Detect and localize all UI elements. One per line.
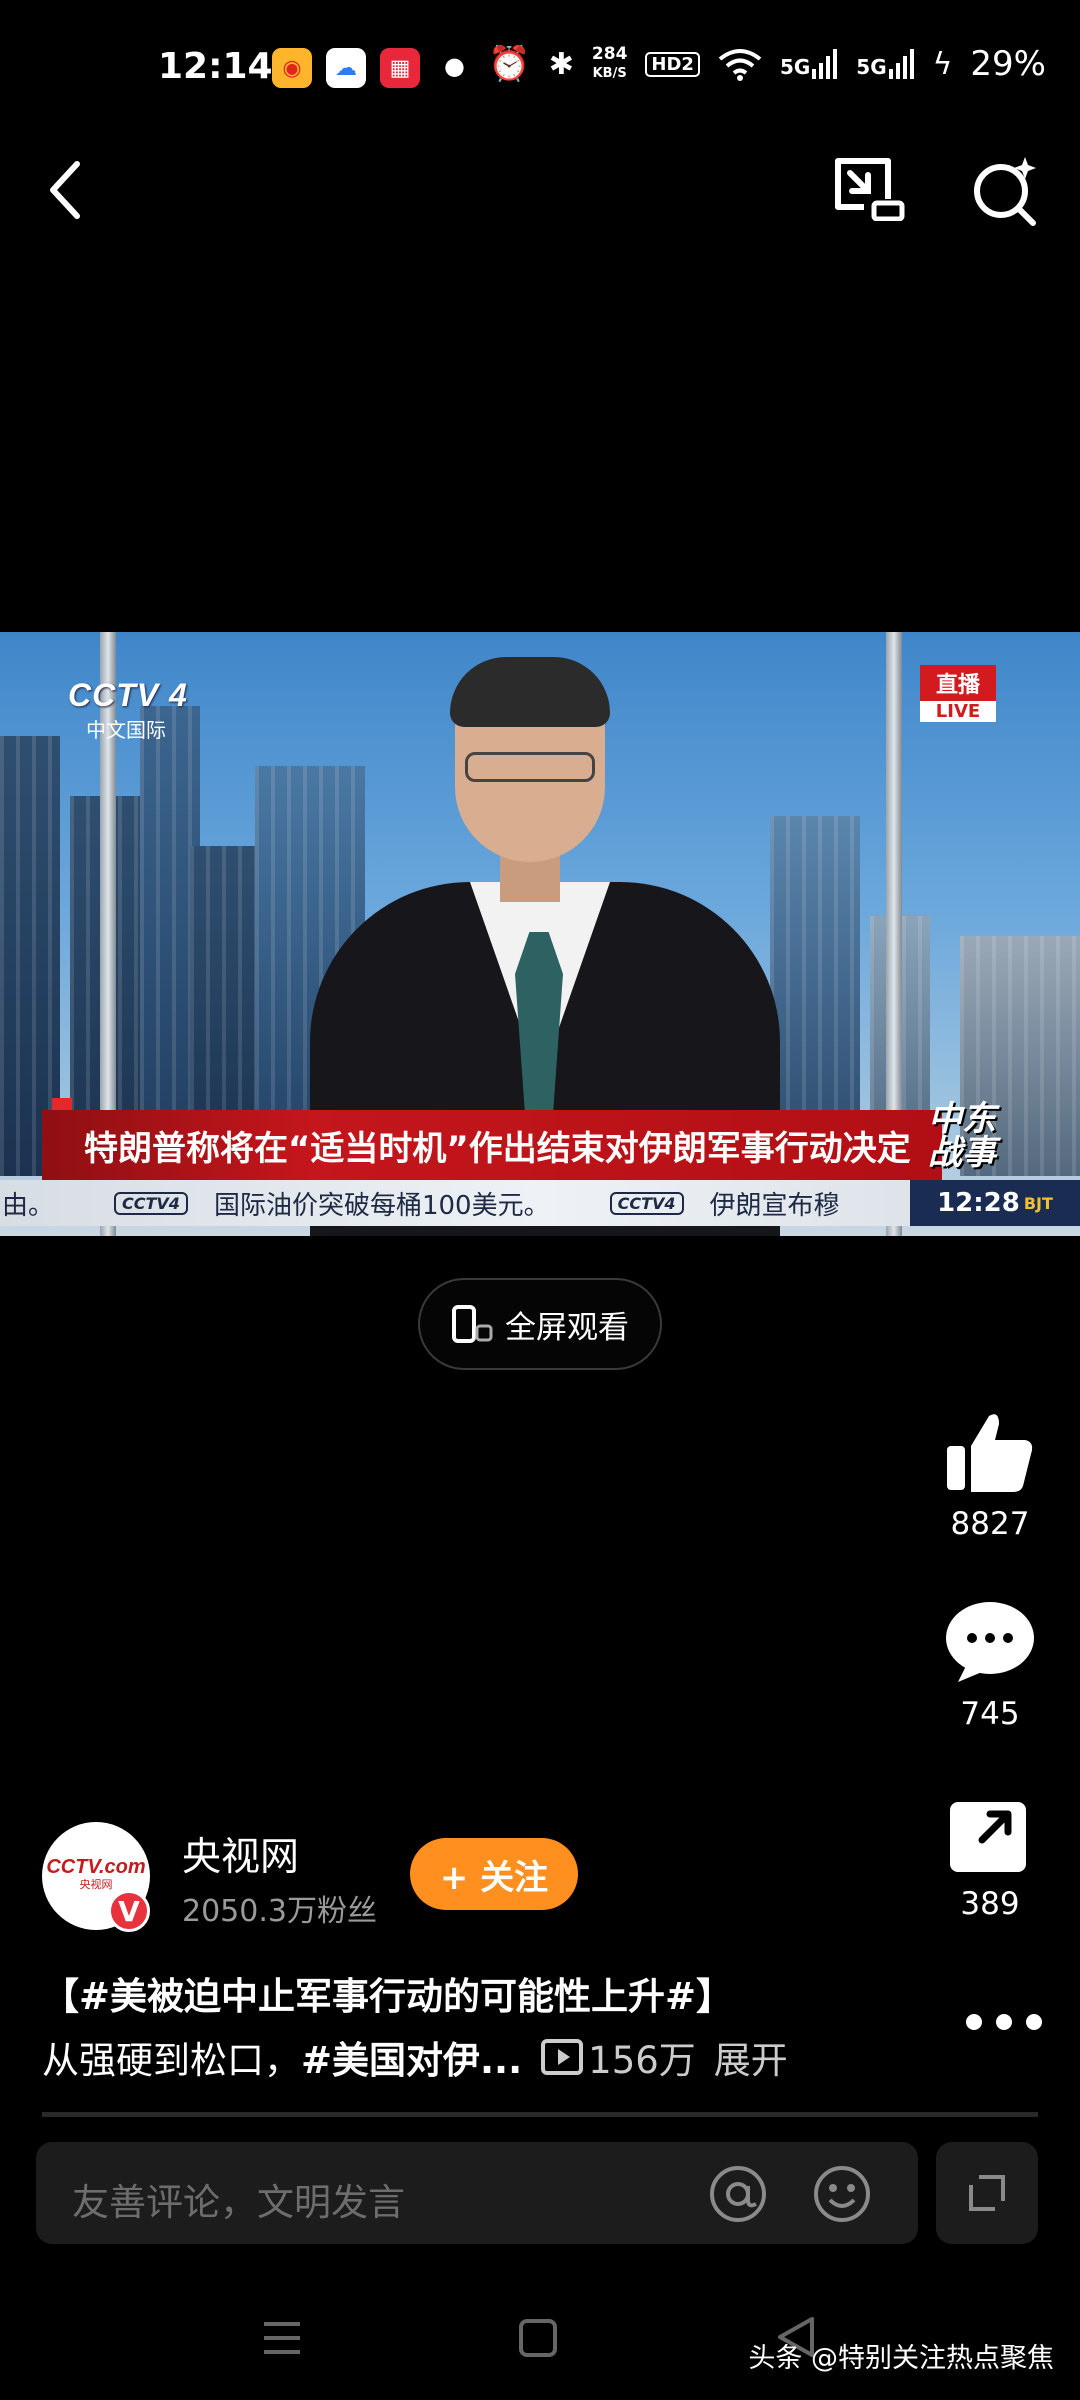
cloud-icon: ☁ — [326, 48, 366, 88]
expand-comments-button[interactable] — [936, 2142, 1038, 2244]
live-badge-zh: 直播 — [920, 665, 996, 701]
news-headline: 特朗普称将在“适当时机”作出结束对伊朗军事行动决定 — [84, 1128, 911, 1169]
cctv4-logo: CCTV 4 中文国际 — [68, 677, 188, 743]
verified-badge: V — [108, 1890, 150, 1932]
bluetooth-icon: ✱ — [548, 46, 574, 82]
search-sparkle-icon — [974, 157, 1036, 226]
play-count-icon — [541, 2039, 584, 2075]
ticker-logo: CCTV4 — [114, 1191, 188, 1215]
battery-percent: 29% — [970, 44, 1046, 84]
like-button[interactable]: 8827 — [930, 1410, 1050, 1542]
signal-bars-icon — [888, 49, 914, 79]
follow-button[interactable]: + 关注 — [410, 1838, 578, 1910]
signal-bars-icon — [812, 49, 838, 79]
ticker-logo: CCTV4 — [609, 1191, 684, 1215]
fullscreen-button[interactable]: 全屏观看 — [418, 1278, 662, 1370]
rotate-phone-icon — [452, 1305, 493, 1343]
expand-icon — [969, 2175, 1005, 2211]
picture-in-picture-button[interactable] — [830, 148, 910, 228]
view-count: 156万 — [588, 2039, 696, 2082]
more-options-button[interactable] — [964, 2002, 1044, 2042]
ticker-text: 伊朗宣布穆 — [709, 1190, 840, 1221]
signal-2-label: 5G — [856, 55, 887, 79]
anchor-hair — [450, 657, 610, 727]
weibo-icon: ◉ — [272, 48, 312, 88]
ticker-text: 由。 — [2, 1190, 55, 1221]
wifi-icon — [718, 49, 762, 81]
grid-app-icon: ▦ — [380, 48, 420, 88]
status-indicators: ⏰ ✱ 284 KB/S HD2 5G 5G ϟ 29% — [488, 44, 1046, 84]
clock-zone: BJT — [1023, 1193, 1053, 1213]
back-button[interactable] — [30, 150, 100, 230]
corner-tag: 中东 战事 — [928, 1102, 996, 1170]
expand-link[interactable]: 展开 — [714, 2030, 788, 2084]
live-badge: 直播 LIVE — [920, 665, 996, 722]
cctv4-logo-text: CCTV 4 — [68, 677, 188, 713]
notification-dot-icon: ● — [444, 52, 465, 80]
signal-1: 5G — [780, 49, 838, 79]
pip-icon — [835, 158, 905, 221]
charging-icon: ϟ — [932, 46, 953, 82]
video-player[interactable]: CCTV 4 中文国际 直播 LIVE 特朗普称将在“适当时机”作出结束对伊朗军… — [0, 632, 1080, 1236]
caption-hashtag[interactable]: #美国对伊... — [301, 2030, 522, 2084]
ai-search-button[interactable] — [962, 148, 1048, 234]
broadcast-clock: 12:28 BJT — [910, 1180, 1080, 1226]
caption-title[interactable]: 【#美被迫中止军事行动的可能性上升#】 — [42, 1966, 733, 2020]
live-badge-en: LIVE — [920, 701, 996, 722]
signal-2: 5G — [856, 49, 914, 79]
signal-1-label: 5G — [779, 55, 811, 79]
status-bar: 12:14 ◉ ☁ ▦ ● ⏰ ✱ 284 KB/S HD2 5G 5G ϟ 29… — [0, 0, 1080, 140]
emoji-icon[interactable] — [812, 2164, 872, 2224]
avatar-logo-text: CCTV.com — [46, 1856, 146, 1878]
caption-text: 从强硬到松口， — [42, 2039, 301, 2082]
anchor-glasses — [465, 752, 595, 782]
corner-tag-line2: 战事 — [928, 1133, 996, 1173]
watermark: 头条 @特别关注热点聚焦 — [748, 2343, 1054, 2374]
divider — [42, 2112, 1038, 2117]
fullscreen-label: 全屏观看 — [505, 1309, 629, 1346]
net-speed-value: 284 — [591, 44, 628, 64]
comment-count: 745 — [960, 1696, 1020, 1732]
ticker-text: 国际油价突破每桶100美元。 — [213, 1190, 550, 1221]
share-button[interactable]: 389 — [930, 1796, 1050, 1922]
at-mention-icon[interactable] — [708, 2164, 768, 2224]
corner-tag-line1: 中东 — [928, 1099, 996, 1139]
back-arrow-icon — [50, 161, 80, 219]
hd-indicator: HD2 — [645, 51, 700, 77]
thumbs-up-icon — [947, 1414, 1033, 1492]
alarm-icon: ⏰ — [488, 44, 531, 84]
headline-bar: 特朗普称将在“适当时机”作出结束对伊朗军事行动决定 — [42, 1110, 942, 1180]
comment-button[interactable]: 745 — [930, 1600, 1050, 1732]
author-fans: 2050.3万粉丝 — [182, 1894, 377, 1929]
status-time: 12:14 — [158, 46, 273, 87]
net-speed: 284 KB/S — [592, 45, 628, 83]
menu-icon[interactable] — [262, 2320, 302, 2356]
share-icon — [950, 1802, 1026, 1872]
comment-input[interactable]: 友善评论，文明发言 — [36, 2142, 918, 2244]
caption-body[interactable]: 从强硬到松口， #美国对伊... 156万 展开 — [42, 2030, 788, 2084]
home-icon[interactable] — [518, 2318, 558, 2358]
share-count: 389 — [960, 1886, 1020, 1922]
comment-bubble-icon — [946, 1602, 1034, 1682]
more-dots-icon — [966, 2014, 1042, 2030]
cctv4-logo-sub: 中文国际 — [86, 720, 166, 742]
author-name[interactable]: 央视网 — [182, 1826, 299, 1882]
net-speed-unit: KB/S — [592, 66, 627, 81]
comment-placeholder: 友善评论，文明发言 — [72, 2181, 405, 2224]
clock-time: 12:28 — [937, 1188, 1020, 1218]
like-count: 8827 — [950, 1506, 1030, 1542]
